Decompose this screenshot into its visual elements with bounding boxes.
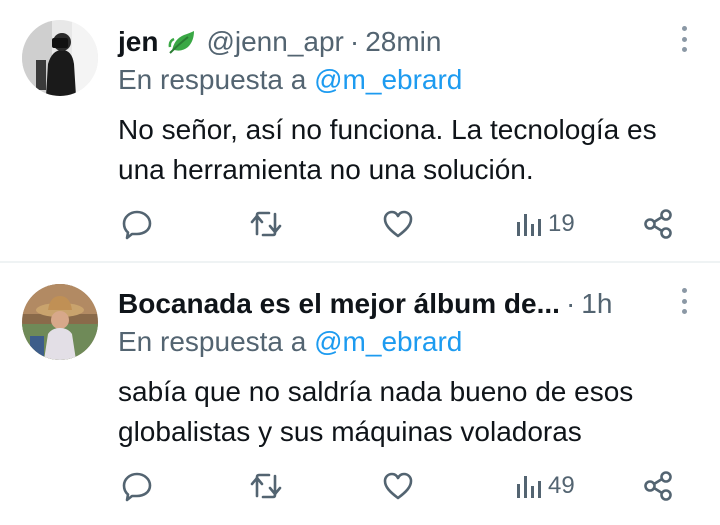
share-icon bbox=[642, 208, 674, 240]
avatar[interactable] bbox=[22, 284, 98, 360]
share-button[interactable] bbox=[642, 200, 674, 248]
separator-dot: · bbox=[565, 288, 576, 319]
views-bar-chart-icon bbox=[514, 472, 542, 500]
tweet[interactable]: Bocanada es el mejor álbum de... · 1h En… bbox=[0, 262, 720, 525]
views-button[interactable]: 49 bbox=[514, 462, 575, 510]
display-name[interactable]: jen bbox=[118, 26, 158, 58]
like-button[interactable] bbox=[382, 462, 414, 510]
like-button[interactable] bbox=[382, 200, 414, 248]
views-bar-chart-icon bbox=[514, 210, 542, 238]
leaf-icon bbox=[168, 29, 196, 55]
views-button[interactable]: 19 bbox=[514, 200, 575, 248]
reply-prefix: En respuesta a bbox=[118, 326, 307, 357]
more-vertical-icon[interactable] bbox=[678, 288, 690, 314]
heart-icon bbox=[382, 471, 414, 501]
tweet[interactable]: jen @jenn_apr · 28min En respuesta a @m_… bbox=[0, 0, 720, 262]
timestamp[interactable]: 28min bbox=[365, 26, 441, 58]
timestamp[interactable]: 1h bbox=[581, 288, 612, 320]
avatar[interactable] bbox=[22, 20, 98, 96]
reply-prefix: En respuesta a bbox=[118, 64, 307, 95]
retweet-icon bbox=[248, 207, 284, 241]
retweet-button[interactable] bbox=[248, 200, 284, 248]
tweet-text: sabía que no saldría nada bueno de esos … bbox=[118, 376, 634, 447]
tweet-header: Bocanada es el mejor álbum de... · 1h bbox=[118, 284, 612, 324]
more-vertical-icon[interactable] bbox=[678, 26, 690, 52]
handle[interactable]: @jenn_apr bbox=[206, 26, 343, 58]
tweet-header: jen @jenn_apr · 28min bbox=[118, 22, 441, 62]
tweet-actions: 19 bbox=[0, 200, 720, 248]
display-name[interactable]: Bocanada es el mejor álbum de... bbox=[118, 288, 560, 320]
reply-button[interactable] bbox=[120, 200, 154, 248]
tweet-text: No señor, así no funciona. La tecnología… bbox=[118, 114, 657, 185]
reply-context: En respuesta a @m_ebrard bbox=[118, 64, 462, 96]
tweet-actions: 49 bbox=[0, 462, 720, 510]
reply-mention-link[interactable]: @m_ebrard bbox=[314, 326, 462, 357]
share-icon bbox=[642, 470, 674, 502]
views-count: 19 bbox=[548, 210, 575, 237]
reply-button[interactable] bbox=[120, 462, 154, 510]
heart-icon bbox=[382, 209, 414, 239]
reply-context: En respuesta a @m_ebrard bbox=[118, 326, 462, 358]
comment-icon bbox=[120, 207, 154, 241]
retweet-icon bbox=[248, 469, 284, 503]
views-count: 49 bbox=[548, 472, 575, 499]
retweet-button[interactable] bbox=[248, 462, 284, 510]
reply-feed: jen @jenn_apr · 28min En respuesta a @m_… bbox=[0, 0, 720, 525]
comment-icon bbox=[120, 469, 154, 503]
share-button[interactable] bbox=[642, 462, 674, 510]
reply-mention-link[interactable]: @m_ebrard bbox=[314, 64, 462, 95]
separator-dot: · bbox=[349, 26, 360, 57]
